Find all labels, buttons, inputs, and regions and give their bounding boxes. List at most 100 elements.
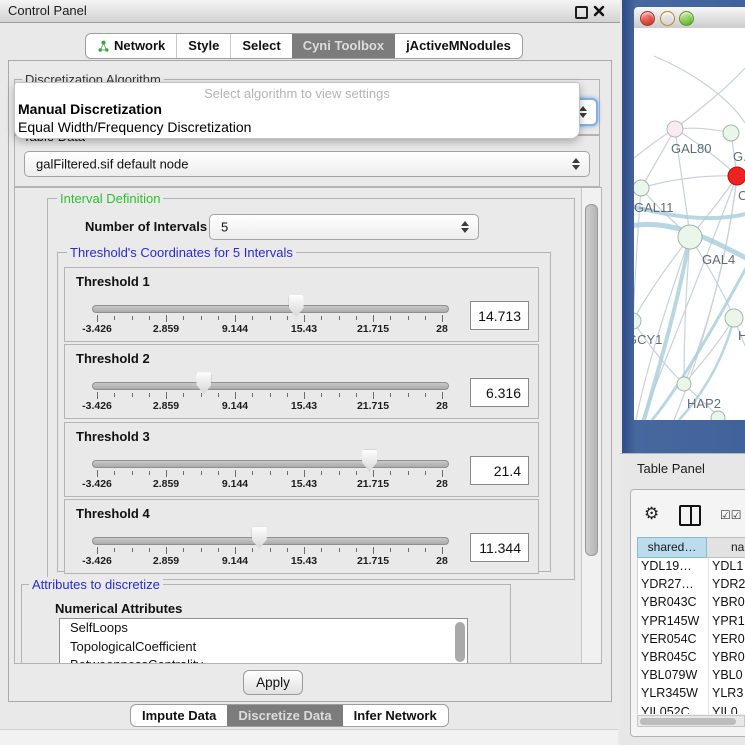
slider-thumb[interactable] xyxy=(362,450,377,472)
network-node[interactable] xyxy=(634,180,649,196)
slider-tick xyxy=(390,548,391,552)
network-node[interactable] xyxy=(723,125,739,141)
slider-track[interactable] xyxy=(92,537,449,545)
select-columns-checkboxes-icon[interactable]: ☑☑ xyxy=(720,508,742,522)
slider-tick xyxy=(149,393,150,397)
tab-style[interactable]: Style xyxy=(176,34,230,58)
slider-tick xyxy=(252,471,253,475)
slider-thumb[interactable] xyxy=(196,372,211,394)
popup-option-manual-discretization[interactable]: Manual Discretization xyxy=(18,101,162,117)
network-node[interactable] xyxy=(711,411,725,420)
tab-discretize-data[interactable]: Discretize Data xyxy=(227,705,342,726)
network-node[interactable] xyxy=(678,225,702,249)
network-node[interactable] xyxy=(634,313,641,329)
attribute-list-item[interactable]: TopologicalCoefficient xyxy=(60,638,467,657)
settings-vertical-scrollbar[interactable] xyxy=(581,188,601,663)
table-horizontal-scrollbar[interactable] xyxy=(637,715,745,727)
table-scrollbar-thumb[interactable] xyxy=(640,718,736,725)
slider-thumb[interactable] xyxy=(252,527,267,549)
threshold-value-field[interactable]: 6.316 xyxy=(470,378,529,407)
cell-shared-name: YDL19… xyxy=(641,559,692,573)
tab-jactivemnodules[interactable]: jActiveMNodules xyxy=(395,34,522,58)
bottom-strip xyxy=(0,729,618,745)
slider-tick xyxy=(235,315,236,322)
numerical-attributes-list[interactable]: SelfLoopsTopologicalCoefficientBetweenne… xyxy=(59,618,468,664)
tab-select[interactable]: Select xyxy=(230,34,291,58)
network-node[interactable] xyxy=(725,309,743,327)
threshold-value-field[interactable]: 21.4 xyxy=(470,456,529,485)
slider-tick xyxy=(373,547,374,554)
split-columns-icon[interactable] xyxy=(679,505,701,526)
table-row[interactable]: YBR043CYBR0 xyxy=(638,594,745,612)
attribute-list-item[interactable]: BetweennessCentrality xyxy=(60,656,467,664)
table-data-combo[interactable]: galFiltered.sif default node xyxy=(24,151,590,177)
slider-tick xyxy=(287,471,288,475)
network-window-titlebar xyxy=(634,7,745,29)
slider-scale-label: -3.426 xyxy=(72,400,122,412)
network-view[interactable]: GAL80G.CGAL11GAL4GCY1HHAP2 xyxy=(634,28,745,420)
popup-option-equal-width-frequency[interactable]: Equal Width/Frequency Discretization xyxy=(18,119,251,135)
slider-tick xyxy=(218,548,219,552)
slider-track[interactable] xyxy=(92,305,449,313)
close-icon[interactable] xyxy=(593,5,605,17)
slider-tick xyxy=(373,315,374,322)
slider-tick xyxy=(339,471,340,475)
cell-name: YLR3 xyxy=(712,686,743,700)
number-of-intervals-combo[interactable]: 5 xyxy=(209,214,479,240)
minimize-traffic-light-icon[interactable] xyxy=(660,11,675,26)
zoom-traffic-light-icon[interactable] xyxy=(679,11,694,26)
slider-tick xyxy=(252,316,253,320)
tab-impute-data[interactable]: Impute Data xyxy=(131,705,227,726)
network-node-label: G. xyxy=(733,149,745,164)
tab-network[interactable]: Network xyxy=(86,34,176,58)
network-node[interactable] xyxy=(667,121,683,137)
attribute-list-item[interactable]: SelfLoops xyxy=(60,619,467,638)
slider-scale-label: 21.715 xyxy=(348,400,398,412)
cell-name: YER0 xyxy=(712,632,745,646)
settings-scrollbar-thumb[interactable] xyxy=(585,204,598,556)
tab-cyni-toolbox[interactable]: Cyni Toolbox xyxy=(292,34,395,58)
slider-scale-label: -3.426 xyxy=(72,555,122,567)
network-node[interactable] xyxy=(677,377,691,391)
table-row[interactable]: YDL19…YDL1 xyxy=(638,558,745,576)
settings-scroll-pane: Interval Definition Number of Intervals … xyxy=(14,187,602,664)
tab-infer-network[interactable]: Infer Network xyxy=(343,705,448,726)
table-row[interactable]: YDR27…YDR2 xyxy=(638,576,745,594)
cell-shared-name: YBL079W xyxy=(641,668,697,682)
slider-tick xyxy=(97,392,98,399)
network-node[interactable] xyxy=(728,167,745,185)
gear-icon[interactable]: ⚙ xyxy=(644,504,659,524)
slider-tick xyxy=(149,548,150,552)
slider-scale-label: 9.144 xyxy=(210,555,260,567)
slider-tick xyxy=(321,393,322,397)
slider-tick xyxy=(442,470,443,477)
slider-scale-label: 9.144 xyxy=(210,400,260,412)
slider-tick xyxy=(149,471,150,475)
slider-scale-label: 21.715 xyxy=(348,478,398,490)
threshold-value-field[interactable]: 14.713 xyxy=(470,301,529,330)
table-row[interactable]: YIL052CYIL0 xyxy=(638,704,745,715)
slider-tick xyxy=(339,548,340,552)
table-row[interactable]: YLR345WYLR3 xyxy=(638,685,745,703)
float-window-icon[interactable] xyxy=(575,6,588,19)
network-node-label: GCY1 xyxy=(634,332,662,347)
slider-scale-label: 9.144 xyxy=(210,323,260,335)
column-header-shared-name[interactable]: shared… xyxy=(637,537,707,558)
slider-track[interactable] xyxy=(92,460,449,468)
close-traffic-light-icon[interactable] xyxy=(640,11,655,26)
slider-tick xyxy=(287,393,288,397)
slider-tick xyxy=(356,316,357,320)
table-row[interactable]: YPR145WYPR1 xyxy=(638,613,745,631)
list-scrollbar[interactable] xyxy=(455,622,465,662)
slider-thumb[interactable] xyxy=(289,295,304,317)
slider-tick xyxy=(201,471,202,475)
apply-button[interactable]: Apply xyxy=(243,670,303,695)
table-row[interactable]: YER054CYER0 xyxy=(638,631,745,649)
slider-track[interactable] xyxy=(92,382,449,390)
threshold-value-field[interactable]: 11.344 xyxy=(470,533,529,562)
table-row[interactable]: YBL079WYBL0 xyxy=(638,667,745,685)
slider-tick xyxy=(442,392,443,399)
table-row[interactable]: YBR045CYBR0 xyxy=(638,649,745,667)
column-header-name[interactable]: na xyxy=(707,537,745,558)
algorithm-popup-hint: Select algorithm to view settings xyxy=(15,86,579,101)
